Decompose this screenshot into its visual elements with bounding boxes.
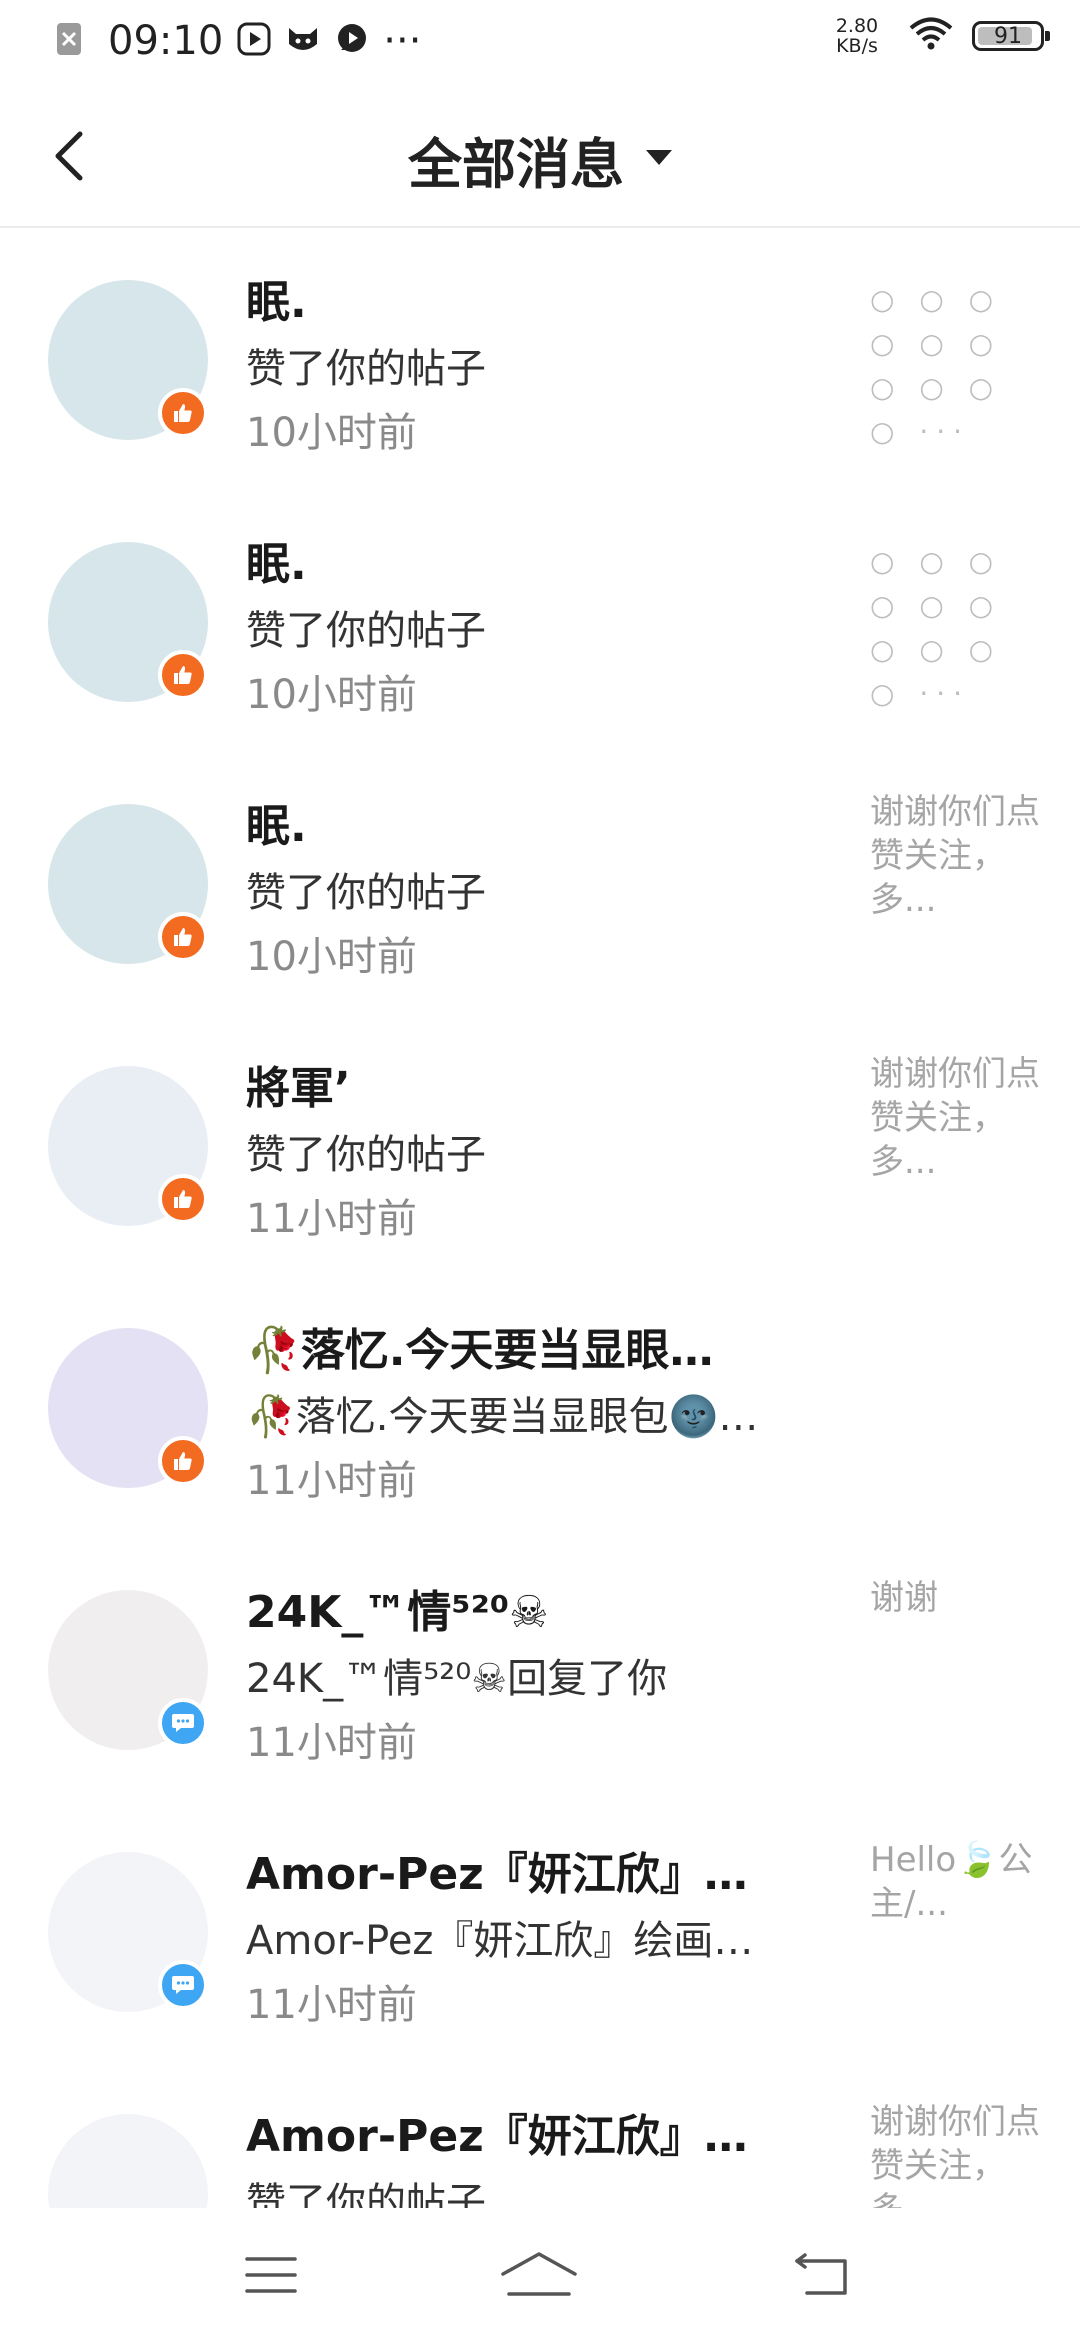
avatar[interactable] bbox=[48, 2114, 208, 2208]
net-speed: 2.80 KB/s bbox=[822, 16, 892, 56]
message-action: 赞了你的帖子 bbox=[246, 608, 486, 654]
menu-nav-button[interactable] bbox=[226, 2240, 316, 2310]
like-icon bbox=[158, 912, 208, 962]
post-preview[interactable]: 谢谢 bbox=[870, 1576, 1040, 1620]
message-action: 🥀落忆.今天要当显眼包🌚… bbox=[246, 1394, 759, 1440]
message-action: 赞了你的帖子 bbox=[246, 870, 486, 916]
message-time: 10小时前 bbox=[246, 672, 417, 718]
header: 全部消息 bbox=[0, 84, 1080, 228]
sender-name: 🥀落忆.今天要当显眼… bbox=[246, 1325, 714, 1376]
page-title: 全部消息 bbox=[408, 133, 624, 196]
sender-name: Amor-Pez『妍江欣』… bbox=[246, 2111, 748, 2162]
post-preview-placeholder[interactable]: ○ ○ ○ ○ ○ ○ ○ ○ ○ ○ ··· bbox=[870, 540, 1040, 716]
back-nav-button[interactable] bbox=[778, 2240, 868, 2310]
menu-icon bbox=[245, 2257, 297, 2293]
return-icon bbox=[795, 2253, 847, 2295]
message-item[interactable]: 眠. 赞了你的帖子 10小时前 ○ ○ ○ ○ ○ ○ ○ ○ ○ ○ ··· bbox=[0, 228, 1080, 490]
notification-x-icon bbox=[56, 22, 82, 60]
sender-name: 將軍’ bbox=[246, 1063, 351, 1114]
message-action: 赞了你的帖子 bbox=[246, 346, 486, 392]
message-time: 11小时前 bbox=[246, 1982, 417, 2028]
post-preview[interactable]: 谢谢你们点赞关注，多... bbox=[870, 1052, 1040, 1184]
like-icon bbox=[158, 650, 208, 700]
message-item[interactable]: 🥀落忆.今天要当显眼… 🥀落忆.今天要当显眼包🌚… 11小时前 bbox=[0, 1276, 1080, 1538]
chat-app-icon bbox=[335, 22, 369, 60]
system-nav-bar bbox=[0, 2210, 1080, 2340]
message-action: Amor-Pez『妍江欣』绘画… bbox=[246, 1918, 754, 1964]
post-preview[interactable]: 谢谢你们点赞关注，多... bbox=[870, 790, 1040, 922]
net-speed-value: 2.80 bbox=[835, 15, 879, 37]
message-item[interactable]: 眠. 赞了你的帖子 10小时前 谢谢你们点赞关注，多... bbox=[0, 752, 1080, 1014]
sender-name: 24K_™情⁵²⁰☠ bbox=[246, 1587, 549, 1638]
home-icon bbox=[501, 2252, 577, 2296]
sender-name: 眠. bbox=[246, 801, 307, 852]
message-item[interactable]: 眠. 赞了你的帖子 10小时前 ○ ○ ○ ○ ○ ○ ○ ○ ○ ○ ··· bbox=[0, 490, 1080, 752]
status-bar: 09:10 ··· 2.80 KB/s 91 bbox=[0, 0, 1080, 84]
cat-app-icon bbox=[285, 22, 321, 60]
post-preview[interactable]: Hello🍃公主/... bbox=[870, 1838, 1040, 1926]
message-time: 11小时前 bbox=[246, 1196, 417, 1242]
message-time: 11小时前 bbox=[246, 1458, 417, 1504]
like-icon bbox=[158, 1174, 208, 1224]
message-time: 11小时前 bbox=[246, 1720, 417, 1766]
message-item[interactable]: 24K_™情⁵²⁰☠ 24K_™情⁵²⁰☠回复了你 11小时前 谢谢 bbox=[0, 1538, 1080, 1800]
sender-name: Amor-Pez『妍江欣』… bbox=[246, 1849, 748, 1900]
caret-down-icon bbox=[646, 150, 672, 165]
message-item[interactable]: 將軍’ 赞了你的帖子 11小时前 谢谢你们点赞关注，多... bbox=[0, 1014, 1080, 1276]
sender-name: 眠. bbox=[246, 539, 307, 590]
like-icon bbox=[158, 388, 208, 438]
home-nav-button[interactable] bbox=[494, 2240, 584, 2310]
wifi-icon bbox=[908, 17, 954, 55]
like-icon bbox=[158, 1436, 208, 1486]
post-preview[interactable]: 谢谢你们点赞关注，多... bbox=[870, 2100, 1040, 2208]
message-action: 赞了你的帖子 bbox=[246, 2180, 486, 2208]
message-time: 10小时前 bbox=[246, 410, 417, 456]
message-item[interactable]: Amor-Pez『妍江欣』… Amor-Pez『妍江欣』绘画… 11小时前 Hello… bbox=[0, 1800, 1080, 2062]
comment-icon bbox=[158, 1698, 208, 1748]
status-more: ··· bbox=[383, 18, 422, 64]
title-dropdown[interactable]: 全部消息 bbox=[0, 120, 1080, 199]
post-preview-placeholder[interactable]: ○ ○ ○ ○ ○ ○ ○ ○ ○ ○ ··· bbox=[870, 278, 1040, 454]
message-action: 赞了你的帖子 bbox=[246, 1132, 486, 1178]
battery-icon: 91 bbox=[972, 21, 1050, 51]
message-item[interactable]: Amor-Pez『妍江欣』…赞了你的帖子11小时前谢谢你们点赞关注，多... bbox=[0, 2062, 1080, 2208]
message-action: 24K_™情⁵²⁰☠回复了你 bbox=[246, 1656, 668, 1702]
sender-name: 眠. bbox=[246, 277, 307, 328]
status-time: 09:10 bbox=[108, 18, 224, 64]
video-app-icon bbox=[237, 22, 271, 60]
message-list[interactable]: 眠. 赞了你的帖子 10小时前 ○ ○ ○ ○ ○ ○ ○ ○ ○ ○ ··· 眠. 赞了… bbox=[0, 228, 1080, 2208]
comment-icon bbox=[158, 1960, 208, 2010]
net-speed-unit: KB/s bbox=[836, 35, 878, 57]
message-time: 10小时前 bbox=[246, 934, 417, 980]
battery-level: 91 bbox=[994, 23, 1022, 49]
